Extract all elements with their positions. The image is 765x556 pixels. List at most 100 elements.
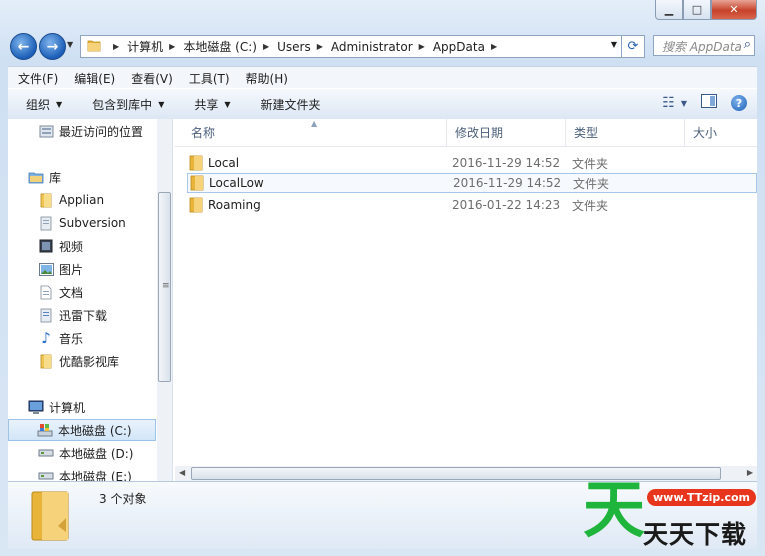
chevron-right-icon[interactable]: ▶	[317, 42, 323, 51]
chevron-down-icon: ▼	[224, 99, 231, 109]
drive-icon	[38, 445, 54, 461]
documents-icon	[38, 284, 54, 300]
watermark: 天 www.TTzip.com 天天下载	[583, 479, 756, 549]
refresh-button[interactable]: ⟳	[622, 35, 645, 58]
menu-tools[interactable]: 工具(T)	[189, 70, 230, 87]
address-history-dropdown-icon[interactable]: ▼	[611, 40, 617, 49]
forward-button[interactable]: →	[39, 33, 66, 60]
menu-file[interactable]: 文件(F)	[18, 70, 58, 87]
breadcrumb-root-arrow[interactable]: ▶	[107, 42, 127, 51]
column-headers: 名称 修改日期 类型 大小	[175, 119, 757, 147]
close-button[interactable]: ✕	[711, 0, 757, 20]
file-row[interactable]: Local 2016-11-29 14:52 文件夹	[187, 153, 757, 173]
file-row[interactable]: LocalLow 2016-11-29 14:52 文件夹	[187, 173, 757, 193]
folder-icon	[189, 197, 203, 213]
file-name-cell: Local	[187, 155, 452, 171]
library-icon	[28, 169, 44, 185]
back-arrow-icon: ←	[17, 38, 30, 55]
chevron-right-icon: ▶	[113, 42, 120, 51]
navigation-pane: 最近访问的位置 库 Applian Subversion 视频 图片 文档 迅雷…	[8, 119, 173, 481]
chevron-right-icon[interactable]: ▶	[491, 42, 497, 51]
navigation-pane-scrollbar[interactable]: ≡	[157, 119, 172, 481]
scrollbar-thumb[interactable]: ≡	[158, 192, 171, 382]
back-button[interactable]: ←	[10, 33, 37, 60]
caption-buttons: ▁ □ ✕	[655, 0, 757, 20]
recent-pages-dropdown-icon[interactable]: ▼	[67, 40, 73, 49]
scroll-right-icon[interactable]: ▶	[747, 468, 753, 477]
file-type-cell: 文件夹	[572, 156, 609, 171]
nav-library-xunlei-downloads[interactable]: 迅雷下载	[8, 304, 156, 326]
breadcrumb-appdata[interactable]: AppData ▶	[433, 40, 505, 54]
maximize-icon: □	[691, 3, 703, 16]
column-header-modified[interactable]: 修改日期	[447, 119, 566, 146]
file-list-pane: 名称 修改日期 类型 大小 ▲ Local 2016-11-29 14:52 文…	[175, 119, 757, 481]
search-icon[interactable]: ⌕	[744, 37, 751, 52]
command-bar: 组织 ▼ 包含到库中 ▼ 共享 ▼ 新建文件夹 ☷ ▼ ?	[8, 88, 757, 120]
menu-view[interactable]: 查看(V)	[131, 70, 173, 87]
music-note-icon: ♪	[41, 329, 51, 347]
details-pane: 3 个对象 天 www.TTzip.com 天天下载	[8, 479, 757, 549]
recent-places-icon	[38, 123, 54, 139]
chevron-down-icon: ▼	[56, 99, 63, 109]
view-dropdown-icon[interactable]: ▼	[681, 99, 687, 108]
nav-library-documents[interactable]: 文档	[8, 281, 156, 303]
breadcrumb-administrator[interactable]: Administrator ▶	[331, 40, 433, 54]
document-folder-icon	[38, 215, 54, 231]
scrollbar-grip-icon: ≡	[162, 281, 170, 291]
menu-help[interactable]: 帮助(H)	[246, 70, 288, 87]
folder-icon	[38, 192, 54, 208]
download-folder-icon	[38, 307, 54, 323]
chevron-right-icon[interactable]: ▶	[263, 42, 269, 51]
folder-icon	[189, 155, 203, 171]
breadcrumb-drive-c[interactable]: 本地磁盘 (C:) ▶	[183, 38, 277, 55]
menu-edit[interactable]: 编辑(E)	[74, 70, 115, 87]
scroll-left-icon[interactable]: ◀	[179, 468, 185, 477]
nav-library-youku[interactable]: 优酷影视库	[8, 350, 156, 372]
nav-computer[interactable]: 计算机	[8, 396, 156, 418]
file-modified-cell: 2016-11-29 14:52	[453, 176, 562, 190]
include-in-library-button[interactable]: 包含到库中 ▼	[92, 96, 164, 113]
search-input[interactable]: 搜索 AppData ⌕	[653, 35, 755, 56]
system-drive-icon	[37, 422, 53, 438]
column-header-size[interactable]: 大小	[685, 119, 757, 146]
sort-ascending-icon: ▲	[311, 119, 318, 128]
explorer-window: ▁ □ ✕ ← → ▼ ▶ 计算机 ▶ 本地磁盘 (C:) ▶ Users ▶ Adm…	[0, 0, 765, 556]
preview-pane-icon[interactable]	[701, 94, 717, 112]
file-type-cell: 文件夹	[573, 176, 610, 191]
nav-drive-c[interactable]: 本地磁盘 (C:)	[8, 419, 156, 441]
file-name-cell: Roaming	[187, 197, 452, 213]
video-icon	[38, 238, 54, 254]
nav-library-subversion[interactable]: Subversion	[8, 212, 156, 234]
refresh-icon: ⟳	[627, 39, 639, 54]
nav-drive-e[interactable]: 本地磁盘 (E:)	[8, 465, 156, 481]
organize-button[interactable]: 组织 ▼	[26, 96, 62, 113]
folder-icon	[87, 39, 101, 55]
file-row[interactable]: Roaming 2016-01-22 14:23 文件夹	[187, 195, 757, 215]
file-type-cell: 文件夹	[572, 198, 609, 213]
watermark-name: 天天下载	[643, 520, 748, 549]
watermark-url: www.TTzip.com	[647, 489, 756, 506]
drive-icon	[38, 468, 54, 481]
new-folder-button[interactable]: 新建文件夹	[261, 96, 321, 113]
file-modified-cell: 2016-01-22 14:23	[452, 198, 561, 212]
chevron-right-icon[interactable]: ▶	[169, 42, 175, 51]
help-button[interactable]: ?	[731, 95, 747, 111]
share-button[interactable]: 共享 ▼	[194, 96, 230, 113]
nav-drive-d[interactable]: 本地磁盘 (D:)	[8, 442, 156, 464]
breadcrumb-users[interactable]: Users ▶	[277, 40, 331, 54]
address-bar[interactable]: ▶ 计算机 ▶ 本地磁盘 (C:) ▶ Users ▶ Administrator ▶ …	[80, 35, 622, 58]
nav-library-pictures[interactable]: 图片	[8, 258, 156, 280]
nav-library-videos[interactable]: 视频	[8, 235, 156, 257]
nav-library-music[interactable]: ♪ 音乐	[8, 327, 156, 349]
maximize-button[interactable]: □	[683, 0, 711, 20]
content-area: 最近访问的位置 库 Applian Subversion 视频 图片 文档 迅雷…	[8, 119, 757, 481]
nav-recent-places[interactable]: 最近访问的位置	[8, 120, 156, 142]
view-controls: ☷ ▼ ?	[648, 94, 747, 112]
minimize-button[interactable]: ▁	[655, 0, 683, 20]
view-options-icon[interactable]: ☷	[662, 95, 675, 111]
nav-library-applian[interactable]: Applian	[8, 189, 156, 211]
chevron-right-icon[interactable]: ▶	[419, 42, 425, 51]
nav-libraries[interactable]: 库	[8, 166, 156, 188]
column-header-type[interactable]: 类型	[566, 119, 685, 146]
breadcrumb-computer[interactable]: 计算机 ▶	[127, 38, 183, 55]
